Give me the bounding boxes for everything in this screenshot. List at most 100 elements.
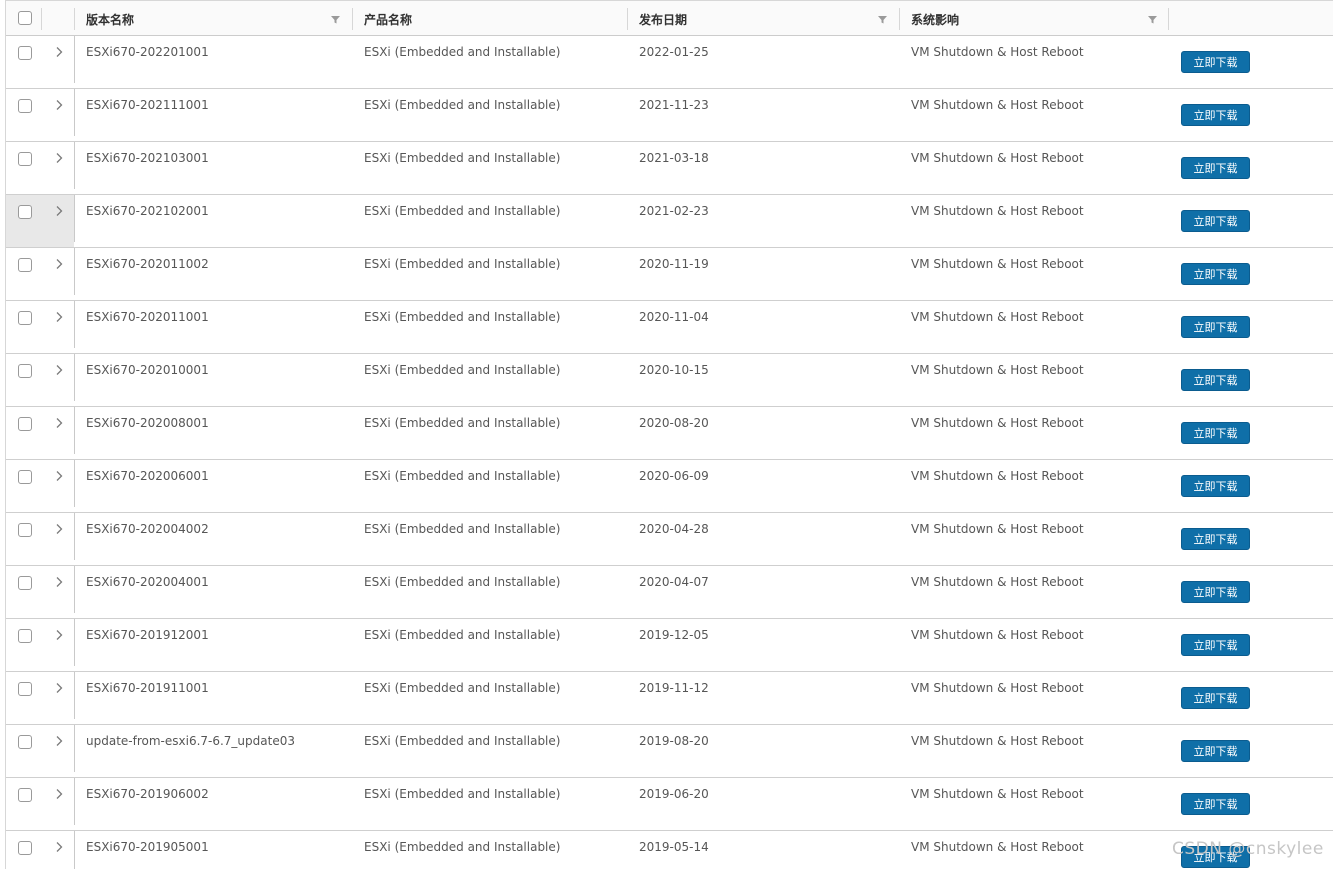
- row-checkbox[interactable]: [18, 788, 32, 802]
- row-select-cell: [6, 142, 74, 194]
- cell-version: ESXi670-202008001: [86, 416, 209, 430]
- row-checkbox[interactable]: [18, 99, 32, 113]
- row-checkbox[interactable]: [18, 205, 32, 219]
- cell-date: 2019-08-20: [639, 734, 709, 748]
- cell-date: 2020-08-20: [639, 416, 709, 430]
- table-row[interactable]: ESXi670-202010001 ESXi (Embedded and Inst…: [6, 354, 1333, 407]
- row-checkbox[interactable]: [18, 682, 32, 696]
- table-row[interactable]: ESXi670-202102001 ESXi (Embedded and Inst…: [6, 195, 1333, 248]
- filter-icon[interactable]: [331, 15, 340, 24]
- cell-version: ESXi670-201905001: [86, 840, 209, 854]
- column-header-impact[interactable]: 系统影响: [911, 1, 959, 35]
- row-checkbox[interactable]: [18, 46, 32, 60]
- row-divider: [74, 248, 75, 295]
- table-row[interactable]: ESXi670-201905001 ESXi (Embedded and Inst…: [6, 831, 1333, 869]
- row-checkbox[interactable]: [18, 629, 32, 643]
- chevron-right-icon[interactable]: [55, 523, 63, 535]
- row-checkbox[interactable]: [18, 735, 32, 749]
- download-button[interactable]: 立即下载: [1181, 157, 1250, 179]
- download-button[interactable]: 立即下载: [1181, 210, 1250, 232]
- row-checkbox[interactable]: [18, 258, 32, 272]
- row-divider: [74, 407, 75, 454]
- row-checkbox[interactable]: [18, 576, 32, 590]
- row-checkbox[interactable]: [18, 417, 32, 431]
- chevron-right-icon[interactable]: [55, 152, 63, 164]
- table-row[interactable]: ESXi670-202004002 ESXi (Embedded and Inst…: [6, 513, 1333, 566]
- row-checkbox[interactable]: [18, 364, 32, 378]
- chevron-right-icon[interactable]: [55, 788, 63, 800]
- table-row[interactable]: ESXi670-202201001 ESXi (Embedded and Inst…: [6, 36, 1333, 89]
- download-button[interactable]: 立即下载: [1181, 263, 1250, 285]
- row-select-cell: [6, 831, 74, 869]
- row-checkbox[interactable]: [18, 841, 32, 855]
- chevron-right-icon[interactable]: [55, 99, 63, 111]
- cell-impact: VM Shutdown & Host Reboot: [911, 257, 1084, 271]
- chevron-right-icon[interactable]: [55, 841, 63, 853]
- row-checkbox[interactable]: [18, 470, 32, 484]
- chevron-right-icon[interactable]: [55, 258, 63, 270]
- column-header-product[interactable]: 产品名称: [364, 1, 412, 35]
- filter-icon[interactable]: [878, 15, 887, 24]
- cell-impact: VM Shutdown & Host Reboot: [911, 45, 1084, 59]
- table-row[interactable]: ESXi670-202111001 ESXi (Embedded and Inst…: [6, 89, 1333, 142]
- row-divider: [74, 672, 75, 719]
- download-button[interactable]: 立即下载: [1181, 104, 1250, 126]
- chevron-right-icon[interactable]: [55, 735, 63, 747]
- download-button[interactable]: 立即下载: [1181, 634, 1250, 656]
- chevron-right-icon[interactable]: [55, 205, 63, 217]
- chevron-right-icon[interactable]: [55, 682, 63, 694]
- cell-date: 2021-11-23: [639, 98, 709, 112]
- cell-product: ESXi (Embedded and Installable): [364, 98, 561, 112]
- download-button[interactable]: 立即下载: [1181, 528, 1250, 550]
- table-row[interactable]: ESXi670-202011001 ESXi (Embedded and Inst…: [6, 301, 1333, 354]
- cell-date: 2019-11-12: [639, 681, 709, 695]
- table-row[interactable]: update-from-esxi6.7-6.7_update03 ESXi (Em…: [6, 725, 1333, 778]
- cell-date: 2021-03-18: [639, 151, 709, 165]
- row-checkbox[interactable]: [18, 152, 32, 166]
- download-button[interactable]: 立即下载: [1181, 475, 1250, 497]
- table-row[interactable]: ESXi670-201906002 ESXi (Embedded and Inst…: [6, 778, 1333, 831]
- table-row[interactable]: ESXi670-202008001 ESXi (Embedded and Inst…: [6, 407, 1333, 460]
- cell-version: ESXi670-202004001: [86, 575, 209, 589]
- row-checkbox[interactable]: [18, 523, 32, 537]
- row-select-cell: [6, 778, 74, 830]
- row-divider: [74, 566, 75, 613]
- download-button[interactable]: 立即下载: [1181, 793, 1250, 815]
- download-button[interactable]: 立即下载: [1181, 740, 1250, 762]
- chevron-right-icon[interactable]: [55, 576, 63, 588]
- column-header-version[interactable]: 版本名称: [86, 1, 134, 35]
- download-button[interactable]: 立即下载: [1181, 369, 1250, 391]
- download-button[interactable]: 立即下载: [1181, 51, 1250, 73]
- table-row[interactable]: ESXi670-202103001 ESXi (Embedded and Inst…: [6, 142, 1333, 195]
- chevron-right-icon[interactable]: [55, 311, 63, 323]
- chevron-right-icon[interactable]: [55, 470, 63, 482]
- chevron-right-icon[interactable]: [55, 46, 63, 58]
- download-button[interactable]: 立即下载: [1181, 316, 1250, 338]
- cell-date: 2022-01-25: [639, 45, 709, 59]
- chevron-right-icon[interactable]: [55, 417, 63, 429]
- download-button[interactable]: 立即下载: [1181, 422, 1250, 444]
- table-row[interactable]: ESXi670-201912001 ESXi (Embedded and Inst…: [6, 619, 1333, 672]
- header-separator: [74, 8, 75, 30]
- cell-impact: VM Shutdown & Host Reboot: [911, 628, 1084, 642]
- row-select-cell: [6, 36, 74, 88]
- select-all-checkbox[interactable]: [18, 11, 32, 25]
- chevron-right-icon[interactable]: [55, 364, 63, 376]
- row-divider: [74, 354, 75, 401]
- table-row[interactable]: ESXi670-202011002 ESXi (Embedded and Inst…: [6, 248, 1333, 301]
- chevron-right-icon[interactable]: [55, 629, 63, 641]
- row-checkbox[interactable]: [18, 311, 32, 325]
- table-row[interactable]: ESXi670-201911001 ESXi (Embedded and Inst…: [6, 672, 1333, 725]
- download-button[interactable]: 立即下载: [1181, 687, 1250, 709]
- cell-impact: VM Shutdown & Host Reboot: [911, 204, 1084, 218]
- cell-date: 2020-04-28: [639, 522, 709, 536]
- cell-product: ESXi (Embedded and Installable): [364, 416, 561, 430]
- cell-product: ESXi (Embedded and Installable): [364, 45, 561, 59]
- column-header-date[interactable]: 发布日期: [639, 1, 687, 35]
- filter-icon[interactable]: [1148, 15, 1157, 24]
- cell-product: ESXi (Embedded and Installable): [364, 522, 561, 536]
- download-button[interactable]: 立即下载: [1181, 581, 1250, 603]
- table-row[interactable]: ESXi670-202006001 ESXi (Embedded and Inst…: [6, 460, 1333, 513]
- table-row[interactable]: ESXi670-202004001 ESXi (Embedded and Inst…: [6, 566, 1333, 619]
- datagrid-header: 版本名称 产品名称 发布日期 系统影响: [6, 1, 1333, 36]
